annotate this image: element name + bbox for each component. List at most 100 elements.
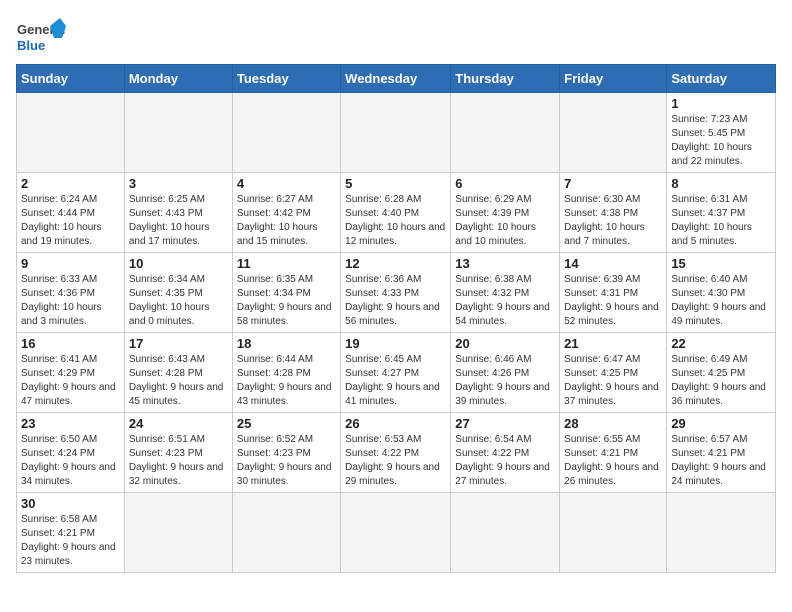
weekday-header-monday: Monday [124, 65, 232, 93]
day-number: 9 [21, 256, 120, 271]
calendar-cell: 28 Sunrise: 6:55 AM Sunset: 4:21 PM Dayli… [560, 413, 667, 493]
day-number: 26 [345, 416, 446, 431]
calendar-cell: 22 Sunrise: 6:49 AM Sunset: 4:25 PM Dayli… [667, 333, 776, 413]
calendar-cell: 18 Sunrise: 6:44 AM Sunset: 4:28 PM Dayli… [232, 333, 340, 413]
calendar-cell [232, 93, 340, 173]
day-info: Sunrise: 6:28 AM Sunset: 4:40 PM Dayligh… [345, 193, 446, 249]
calendar-cell: 23 Sunrise: 6:50 AM Sunset: 4:24 PM Dayli… [17, 413, 125, 493]
day-number: 27 [455, 416, 555, 431]
day-info: Sunrise: 6:24 AM Sunset: 4:44 PM Dayligh… [21, 193, 120, 249]
day-info: Sunrise: 6:51 AM Sunset: 4:23 PM Dayligh… [129, 433, 228, 489]
page-header: General Blue [16, 16, 776, 56]
day-info: Sunrise: 6:25 AM Sunset: 4:43 PM Dayligh… [129, 193, 228, 249]
day-info: Sunrise: 6:57 AM Sunset: 4:21 PM Dayligh… [671, 433, 771, 489]
day-info: Sunrise: 6:50 AM Sunset: 4:24 PM Dayligh… [21, 433, 120, 489]
calendar-cell: 3Sunrise: 6:25 AM Sunset: 4:43 PM Daylig… [124, 173, 232, 253]
day-info: Sunrise: 6:53 AM Sunset: 4:22 PM Dayligh… [345, 433, 446, 489]
day-info: Sunrise: 6:55 AM Sunset: 4:21 PM Dayligh… [564, 433, 662, 489]
day-number: 4 [237, 176, 336, 191]
calendar-cell: 7Sunrise: 6:30 AM Sunset: 4:38 PM Daylig… [560, 173, 667, 253]
day-number: 24 [129, 416, 228, 431]
calendar-cell: 11 Sunrise: 6:35 AM Sunset: 4:34 PM Dayli… [232, 253, 340, 333]
day-number: 30 [21, 496, 120, 511]
calendar-week-row: 1 Sunrise: 7:23 AM Sunset: 5:45 PM Daylig… [17, 93, 776, 173]
day-info: Sunrise: 6:29 AM Sunset: 4:39 PM Dayligh… [455, 193, 555, 249]
weekday-header-row: SundayMondayTuesdayWednesdayThursdayFrid… [17, 65, 776, 93]
calendar-cell: 20Sunrise: 6:46 AM Sunset: 4:26 PM Dayli… [451, 333, 560, 413]
calendar-cell: 21Sunrise: 6:47 AM Sunset: 4:25 PM Dayli… [560, 333, 667, 413]
day-number: 17 [129, 336, 228, 351]
day-info: Sunrise: 6:43 AM Sunset: 4:28 PM Dayligh… [129, 353, 228, 409]
day-number: 14 [564, 256, 662, 271]
calendar-cell [667, 493, 776, 573]
day-info: Sunrise: 6:34 AM Sunset: 4:35 PM Dayligh… [129, 273, 228, 329]
day-number: 10 [129, 256, 228, 271]
calendar-cell [341, 93, 451, 173]
day-number: 18 [237, 336, 336, 351]
day-number: 2 [21, 176, 120, 191]
day-number: 8 [671, 176, 771, 191]
calendar-cell [560, 493, 667, 573]
calendar-cell [451, 493, 560, 573]
calendar-cell [124, 93, 232, 173]
calendar-cell [124, 493, 232, 573]
day-number: 16 [21, 336, 120, 351]
weekday-header-sunday: Sunday [17, 65, 125, 93]
day-info: Sunrise: 6:39 AM Sunset: 4:31 PM Dayligh… [564, 273, 662, 329]
calendar-table: SundayMondayTuesdayWednesdayThursdayFrid… [16, 64, 776, 573]
day-info: Sunrise: 6:44 AM Sunset: 4:28 PM Dayligh… [237, 353, 336, 409]
day-number: 12 [345, 256, 446, 271]
calendar-cell [341, 493, 451, 573]
day-number: 13 [455, 256, 555, 271]
day-info: Sunrise: 6:38 AM Sunset: 4:32 PM Dayligh… [455, 273, 555, 329]
calendar-cell: 13 Sunrise: 6:38 AM Sunset: 4:32 PM Dayli… [451, 253, 560, 333]
calendar-cell: 29Sunrise: 6:57 AM Sunset: 4:21 PM Dayli… [667, 413, 776, 493]
weekday-header-thursday: Thursday [451, 65, 560, 93]
calendar-cell: 14 Sunrise: 6:39 AM Sunset: 4:31 PM Dayli… [560, 253, 667, 333]
day-info: Sunrise: 6:47 AM Sunset: 4:25 PM Dayligh… [564, 353, 662, 409]
calendar-cell: 15Sunrise: 6:40 AM Sunset: 4:30 PM Dayli… [667, 253, 776, 333]
calendar-cell: 30Sunrise: 6:58 AM Sunset: 4:21 PM Dayli… [17, 493, 125, 573]
day-number: 23 [21, 416, 120, 431]
calendar-week-row: 16Sunrise: 6:41 AM Sunset: 4:29 PM Dayli… [17, 333, 776, 413]
calendar-cell: 19Sunrise: 6:45 AM Sunset: 4:27 PM Dayli… [341, 333, 451, 413]
day-info: Sunrise: 6:49 AM Sunset: 4:25 PM Dayligh… [671, 353, 771, 409]
weekday-header-tuesday: Tuesday [232, 65, 340, 93]
calendar-cell: 5Sunrise: 6:28 AM Sunset: 4:40 PM Daylig… [341, 173, 451, 253]
day-info: Sunrise: 6:46 AM Sunset: 4:26 PM Dayligh… [455, 353, 555, 409]
logo-svg: General Blue [16, 16, 66, 56]
calendar-cell: 2 Sunrise: 6:24 AM Sunset: 4:44 PM Daylig… [17, 173, 125, 253]
day-number: 11 [237, 256, 336, 271]
calendar-cell: 12 Sunrise: 6:36 AM Sunset: 4:33 PM Dayli… [341, 253, 451, 333]
day-info: Sunrise: 6:35 AM Sunset: 4:34 PM Dayligh… [237, 273, 336, 329]
day-number: 1 [671, 96, 771, 111]
calendar-cell [232, 493, 340, 573]
day-info: Sunrise: 6:33 AM Sunset: 4:36 PM Dayligh… [21, 273, 120, 329]
weekday-header-saturday: Saturday [667, 65, 776, 93]
calendar-week-row: 30Sunrise: 6:58 AM Sunset: 4:21 PM Dayli… [17, 493, 776, 573]
weekday-header-friday: Friday [560, 65, 667, 93]
day-number: 19 [345, 336, 446, 351]
day-info: Sunrise: 6:40 AM Sunset: 4:30 PM Dayligh… [671, 273, 771, 329]
calendar-cell: 1 Sunrise: 7:23 AM Sunset: 5:45 PM Daylig… [667, 93, 776, 173]
calendar-cell: 6Sunrise: 6:29 AM Sunset: 4:39 PM Daylig… [451, 173, 560, 253]
day-number: 7 [564, 176, 662, 191]
calendar-cell: 10 Sunrise: 6:34 AM Sunset: 4:35 PM Dayli… [124, 253, 232, 333]
day-info: Sunrise: 6:27 AM Sunset: 4:42 PM Dayligh… [237, 193, 336, 249]
calendar-cell: 24 Sunrise: 6:51 AM Sunset: 4:23 PM Dayli… [124, 413, 232, 493]
day-info: Sunrise: 6:36 AM Sunset: 4:33 PM Dayligh… [345, 273, 446, 329]
day-info: Sunrise: 6:52 AM Sunset: 4:23 PM Dayligh… [237, 433, 336, 489]
day-number: 22 [671, 336, 771, 351]
calendar-cell: 25Sunrise: 6:52 AM Sunset: 4:23 PM Dayli… [232, 413, 340, 493]
logo: General Blue [16, 16, 66, 56]
calendar-cell: 9 Sunrise: 6:33 AM Sunset: 4:36 PM Daylig… [17, 253, 125, 333]
day-info: Sunrise: 7:23 AM Sunset: 5:45 PM Dayligh… [671, 113, 771, 169]
calendar-cell: 16Sunrise: 6:41 AM Sunset: 4:29 PM Dayli… [17, 333, 125, 413]
calendar-cell [560, 93, 667, 173]
calendar-cell [17, 93, 125, 173]
calendar-cell: 27 Sunrise: 6:54 AM Sunset: 4:22 PM Dayli… [451, 413, 560, 493]
day-info: Sunrise: 6:54 AM Sunset: 4:22 PM Dayligh… [455, 433, 555, 489]
calendar-week-row: 23 Sunrise: 6:50 AM Sunset: 4:24 PM Dayli… [17, 413, 776, 493]
day-number: 28 [564, 416, 662, 431]
svg-text:Blue: Blue [17, 38, 45, 53]
